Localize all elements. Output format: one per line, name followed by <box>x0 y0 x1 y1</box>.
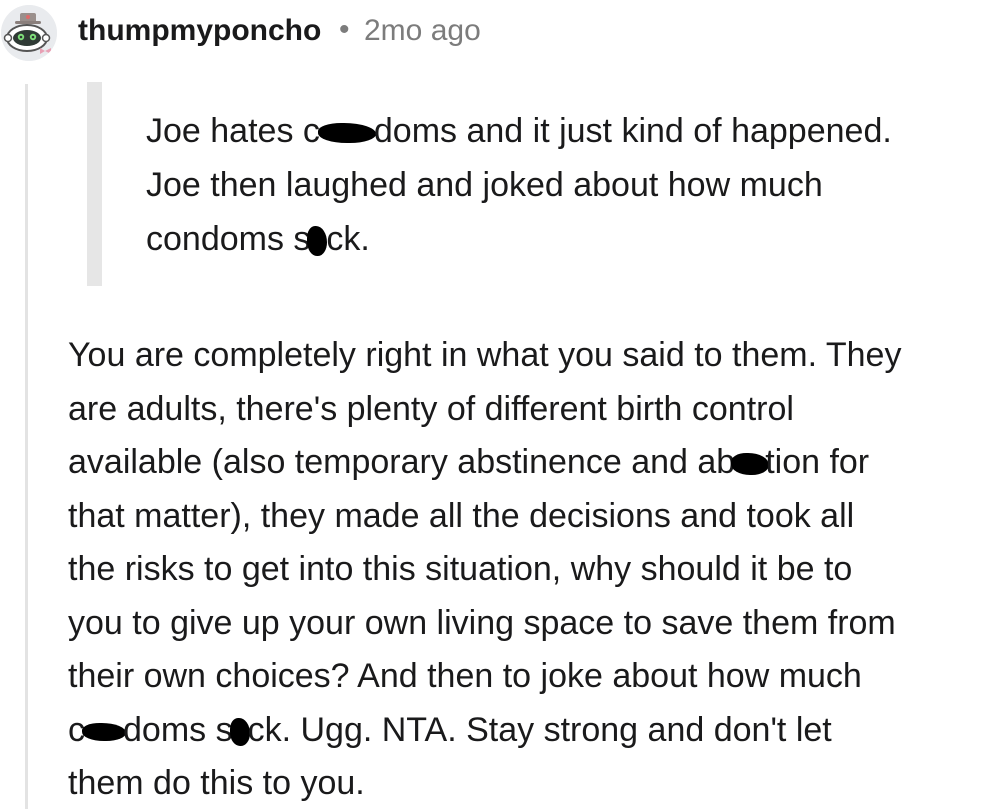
body-line: You are completely right in what you sai… <box>68 336 902 374</box>
blockquote-bar <box>87 82 102 286</box>
comment-author[interactable]: thumpmyponcho <box>78 14 321 48</box>
quote-line: Joe hates c doms and it just kind of happ… <box>146 112 892 150</box>
body-line: the risks to get into this situation, wh… <box>68 550 853 588</box>
user-avatar-icon[interactable] <box>1 5 57 61</box>
quote-line: Joe then laughed and joked about how muc… <box>146 166 823 204</box>
body-line: c doms s ck. Ugg. NTA. Stay strong and don… <box>68 710 832 749</box>
redaction-mark <box>731 453 770 476</box>
comment-timestamp: 2mo ago <box>364 14 481 47</box>
header-separator: • <box>339 13 350 46</box>
body-line: are adults, there's plenty of different … <box>68 389 794 428</box>
redaction-mark <box>307 226 328 257</box>
comment-body: You are completely right in what you sai… <box>68 329 988 811</box>
body-line: available (also temporary abstinence and… <box>68 443 870 481</box>
body-line: them do this to you. <box>68 764 365 802</box>
body-line: that matter), they made all the decision… <box>68 496 855 535</box>
thread-collapse-line[interactable] <box>25 84 28 809</box>
redaction-mark <box>82 722 126 741</box>
comment-header: thumpmyponcho • 2mo ago <box>0 0 991 70</box>
redaction-mark <box>229 717 250 746</box>
quoted-text: Joe hates c doms and it just kind of happ… <box>146 104 976 266</box>
redaction-mark <box>317 123 376 144</box>
body-line: their own choices? And then to joke abou… <box>68 657 862 695</box>
body-line: you to give up your own living space to … <box>68 603 896 642</box>
quote-line: condoms s ck. <box>146 220 370 258</box>
